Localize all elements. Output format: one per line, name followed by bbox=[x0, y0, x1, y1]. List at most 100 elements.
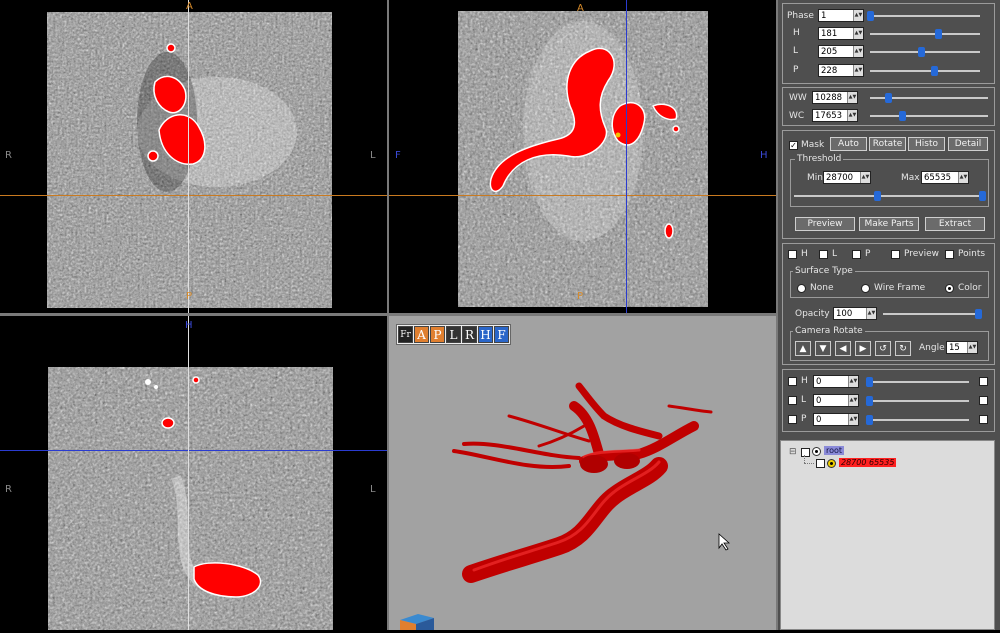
orient-h-button[interactable]: H bbox=[478, 326, 493, 343]
angle-value[interactable]: 15 bbox=[947, 343, 967, 353]
axial-view[interactable]: A P R L bbox=[0, 0, 387, 313]
clip-l-slider[interactable] bbox=[866, 396, 969, 406]
surface-none-radio[interactable] bbox=[797, 284, 806, 293]
preview-checkbox[interactable] bbox=[891, 250, 900, 259]
fr-button[interactable]: Fr bbox=[398, 326, 413, 343]
spinner-arrows-icon[interactable]: ▲▼ bbox=[853, 65, 863, 76]
coronal-horizontal-crosshair[interactable] bbox=[389, 195, 776, 196]
horizontal-splitter[interactable] bbox=[0, 313, 776, 316]
l-toggle-checkbox[interactable] bbox=[819, 250, 828, 259]
clip-l-spinner[interactable]: 0 ▲▼ bbox=[813, 394, 859, 407]
spinner-arrows-icon[interactable]: ▲▼ bbox=[848, 414, 858, 425]
tree-item-label[interactable]: 28700 65535 bbox=[839, 458, 897, 467]
rotate-right-arrow-icon[interactable]: ▶ bbox=[855, 341, 871, 356]
threshold-min-value[interactable]: 28700 bbox=[824, 173, 860, 183]
ww-value[interactable]: 10288 bbox=[813, 93, 847, 103]
coronal-view[interactable]: A P F H bbox=[389, 0, 776, 313]
spinner-arrows-icon[interactable]: ▲▼ bbox=[847, 110, 857, 121]
surface-color-radio[interactable] bbox=[945, 284, 954, 293]
tree-root-label[interactable]: root bbox=[824, 446, 845, 455]
spinner-arrows-icon[interactable]: ▲▼ bbox=[848, 376, 858, 387]
detail-button[interactable]: Detail bbox=[948, 137, 988, 151]
clip-l-value[interactable]: 0 bbox=[814, 396, 848, 406]
surface-wireframe-radio[interactable] bbox=[861, 284, 870, 293]
axial-vertical-crosshair[interactable] bbox=[188, 0, 189, 313]
clip-h-value[interactable]: 0 bbox=[814, 377, 848, 387]
orient-r-button[interactable]: R bbox=[462, 326, 477, 343]
spinner-arrows-icon[interactable]: ▲▼ bbox=[847, 92, 857, 103]
orient-p-button[interactable]: P bbox=[430, 326, 445, 343]
threshold-min-spinner[interactable]: 28700 ▲▼ bbox=[823, 171, 871, 184]
clip-h-invert-checkbox[interactable] bbox=[979, 377, 988, 386]
root-radio-icon[interactable] bbox=[812, 447, 821, 456]
object-tree[interactable]: ⊟ root 28700 65535 bbox=[780, 440, 995, 630]
item-visibility-checkbox[interactable] bbox=[816, 459, 825, 468]
h-slider[interactable] bbox=[870, 29, 980, 39]
rotate-ccw-icon[interactable]: ↺ bbox=[875, 341, 891, 356]
wc-spinner[interactable]: 17653 ▲▼ bbox=[812, 109, 858, 122]
threshold-max-spinner[interactable]: 65535 ▲▼ bbox=[921, 171, 969, 184]
histo-button[interactable]: Histo bbox=[908, 137, 945, 151]
spinner-arrows-icon[interactable]: ▲▼ bbox=[866, 308, 876, 319]
clip-p-slider[interactable] bbox=[866, 415, 969, 425]
orient-l-button[interactable]: L bbox=[446, 326, 461, 343]
h-spinner[interactable]: 181 ▲▼ bbox=[818, 27, 864, 40]
opacity-slider[interactable] bbox=[883, 309, 982, 319]
p-toggle-checkbox[interactable] bbox=[852, 250, 861, 259]
clip-l-invert-checkbox[interactable] bbox=[979, 396, 988, 405]
clip-h-checkbox[interactable] bbox=[788, 377, 797, 386]
sagittal-horizontal-crosshair[interactable] bbox=[0, 450, 387, 451]
coronal-vertical-crosshair[interactable] bbox=[626, 0, 627, 313]
wc-value[interactable]: 17653 bbox=[813, 111, 847, 121]
cube-icon[interactable] bbox=[398, 612, 436, 630]
extract-button[interactable]: Extract bbox=[925, 217, 985, 231]
angle-spinner[interactable]: 15 ▲▼ bbox=[946, 341, 978, 354]
l-slider[interactable] bbox=[870, 47, 980, 57]
spinner-arrows-icon[interactable]: ▲▼ bbox=[853, 46, 863, 57]
mask-checkbox[interactable]: ✓ bbox=[789, 141, 798, 150]
h-toggle-checkbox[interactable] bbox=[788, 250, 797, 259]
axial-horizontal-crosshair[interactable] bbox=[0, 195, 387, 196]
rotate-left-arrow-icon[interactable]: ◀ bbox=[835, 341, 851, 356]
l-spinner[interactable]: 205 ▲▼ bbox=[818, 45, 864, 58]
rotate-down-arrow-icon[interactable]: ▼ bbox=[815, 341, 831, 356]
spinner-arrows-icon[interactable]: ▲▼ bbox=[860, 172, 870, 183]
phase-slider[interactable] bbox=[867, 11, 980, 21]
orient-a-button[interactable]: A bbox=[414, 326, 429, 343]
clip-p-checkbox[interactable] bbox=[788, 415, 797, 424]
preview-button[interactable]: Preview bbox=[795, 217, 855, 231]
clip-l-checkbox[interactable] bbox=[788, 396, 797, 405]
clip-p-value[interactable]: 0 bbox=[814, 415, 848, 425]
spinner-arrows-icon[interactable]: ▲▼ bbox=[848, 395, 858, 406]
spinner-arrows-icon[interactable]: ▲▼ bbox=[853, 10, 863, 21]
spinner-arrows-icon[interactable]: ▲▼ bbox=[967, 342, 977, 353]
p-spinner[interactable]: 228 ▲▼ bbox=[818, 64, 864, 77]
orient-f-button[interactable]: F bbox=[494, 326, 509, 343]
rotate-cw-icon[interactable]: ↻ bbox=[895, 341, 911, 356]
3d-render-view[interactable] bbox=[389, 316, 776, 630]
sagittal-vertical-crosshair[interactable] bbox=[188, 316, 189, 630]
wc-slider[interactable] bbox=[870, 111, 988, 121]
ww-slider[interactable] bbox=[870, 93, 988, 103]
threshold-max-value[interactable]: 65535 bbox=[922, 173, 958, 183]
l-value[interactable]: 205 bbox=[819, 47, 853, 57]
rotate-button[interactable]: Rotate bbox=[869, 137, 906, 151]
sagittal-view[interactable]: H R L bbox=[0, 316, 387, 630]
spinner-arrows-icon[interactable]: ▲▼ bbox=[853, 28, 863, 39]
clip-h-spinner[interactable]: 0 ▲▼ bbox=[813, 375, 859, 388]
p-value[interactable]: 228 bbox=[819, 66, 853, 76]
phase-value[interactable]: 1 bbox=[819, 11, 853, 21]
auto-button[interactable]: Auto bbox=[830, 137, 867, 151]
phase-spinner[interactable]: 1 ▲▼ bbox=[818, 9, 864, 22]
clip-p-invert-checkbox[interactable] bbox=[979, 415, 988, 424]
tree-collapse-icon[interactable]: ⊟ bbox=[789, 447, 797, 457]
item-color-icon[interactable] bbox=[827, 459, 836, 468]
opacity-spinner[interactable]: 100 ▲▼ bbox=[833, 307, 877, 320]
clip-p-spinner[interactable]: 0 ▲▼ bbox=[813, 413, 859, 426]
threshold-range-slider[interactable] bbox=[794, 191, 986, 201]
points-checkbox[interactable] bbox=[945, 250, 954, 259]
opacity-value[interactable]: 100 bbox=[834, 309, 866, 319]
rotate-up-arrow-icon[interactable]: ▲ bbox=[795, 341, 811, 356]
h-value[interactable]: 181 bbox=[819, 29, 853, 39]
ww-spinner[interactable]: 10288 ▲▼ bbox=[812, 91, 858, 104]
